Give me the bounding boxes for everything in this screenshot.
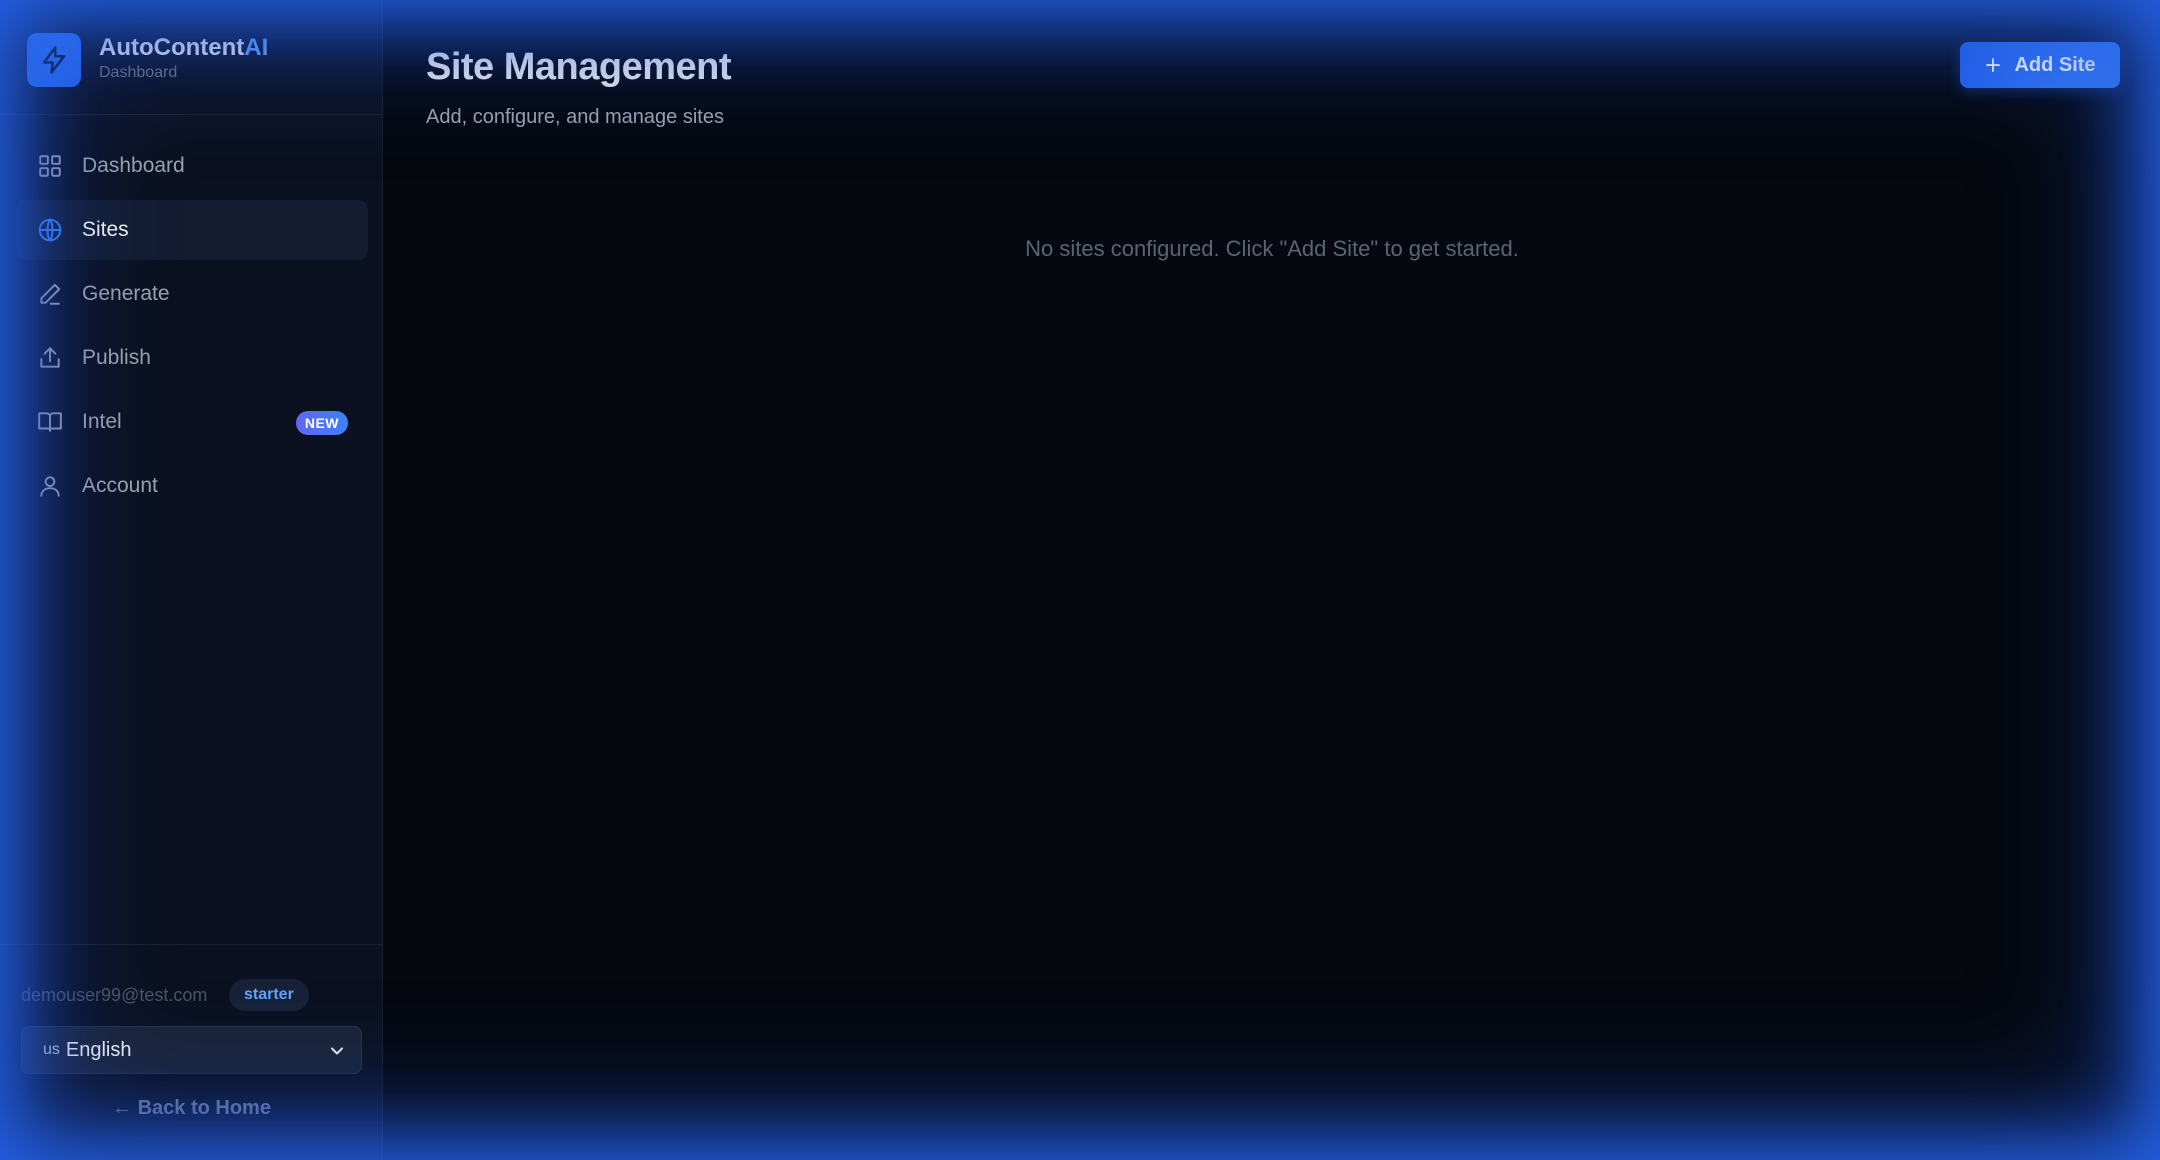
language-select[interactable]: us English xyxy=(21,1026,362,1074)
sidebar-item-account[interactable]: Account xyxy=(16,456,368,516)
brand-header: AutoContentAI Dashboard xyxy=(0,0,383,115)
globe-icon xyxy=(36,216,64,244)
back-to-home-link[interactable]: ← Back to Home xyxy=(0,1097,383,1120)
user-email: demouser99@test.com xyxy=(21,985,208,1005)
add-site-label: Add Site xyxy=(2014,53,2096,76)
lightning-bolt-icon[interactable] xyxy=(27,33,81,87)
language-selected: English xyxy=(65,1038,132,1061)
chevron-down-icon xyxy=(327,1041,347,1067)
plan-badge: starter xyxy=(229,979,309,1011)
sidebar-item-label: Generate xyxy=(82,282,170,305)
empty-state-message: No sites configured. Click "Add Site" to… xyxy=(1025,236,1519,261)
sidebar-footer: demouser99@test.com starter us English ←… xyxy=(0,944,383,1160)
sidebar-item-label: Dashboard xyxy=(82,154,185,177)
sidebar-item-label: Publish xyxy=(82,346,151,369)
sidebar-item-intel[interactable]: Intel NEW xyxy=(16,392,368,452)
sidebar-item-dashboard[interactable]: Dashboard xyxy=(16,136,368,196)
app-window: AutoContentAI Dashboard Dashboard Sites xyxy=(0,0,2160,1160)
sidebar-item-label: Sites xyxy=(82,218,129,241)
add-site-button[interactable]: Add Site xyxy=(1960,42,2120,88)
sidebar: AutoContentAI Dashboard Dashboard Sites xyxy=(0,0,383,1160)
pen-icon xyxy=(36,280,64,308)
brand-name: AutoContentAI xyxy=(99,34,269,61)
new-badge: NEW xyxy=(295,411,348,435)
page-subtitle: Add, configure, and manage sites xyxy=(426,106,724,128)
sidebar-item-label: Intel xyxy=(82,410,122,433)
upload-icon xyxy=(36,344,64,372)
plus-icon xyxy=(1984,56,2002,74)
book-icon xyxy=(36,408,64,436)
sidebar-item-generate[interactable]: Generate xyxy=(16,264,368,324)
grid-icon xyxy=(36,152,64,180)
page-title: Site Management xyxy=(426,46,732,88)
main-content: Site Management Add, configure, and mana… xyxy=(384,0,2160,1160)
flag-icon: us xyxy=(43,1041,60,1058)
user-icon xyxy=(36,472,64,500)
sidebar-item-publish[interactable]: Publish xyxy=(16,328,368,388)
sidebar-item-sites[interactable]: Sites xyxy=(16,200,368,260)
brand-subtitle: Dashboard xyxy=(99,64,178,81)
sidebar-item-label: Account xyxy=(82,474,158,497)
sidebar-nav: Dashboard Sites Generate Publish Intel N… xyxy=(16,136,368,520)
